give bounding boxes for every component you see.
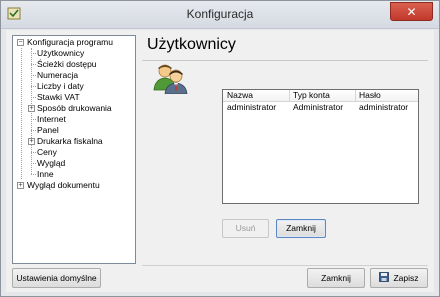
tree-item-label: Wygląd dokumentu [27, 180, 100, 190]
table-row[interactable]: administrator Administrator administrato… [223, 102, 418, 113]
close-dialog-button[interactable]: Zamknij [307, 268, 365, 288]
settings-tree[interactable]: − Konfiguracja programu Użytkownicy Ście… [12, 35, 136, 264]
tree-item-wyglad[interactable]: Wygląd [37, 158, 65, 169]
tree-item-label: Wygląd [37, 158, 66, 168]
tree-connector [31, 75, 36, 76]
expand-icon[interactable]: + [17, 182, 24, 189]
tree-item-label: Liczby i daty [37, 81, 84, 91]
tree-item-label: Internet [37, 114, 66, 124]
restore-defaults-button[interactable]: Ustawienia domyślne [12, 268, 101, 288]
tree-item-liczby-i-daty[interactable]: Liczby i daty [37, 81, 84, 92]
expand-icon[interactable]: + [28, 138, 35, 145]
floppy-disk-icon [379, 270, 390, 288]
tree-item-label: Inne [37, 169, 54, 179]
column-header-haslo[interactable]: Hasło [356, 90, 418, 101]
users-icon [152, 62, 188, 95]
tree-item-sciezki-dostepu[interactable]: Ścieżki dostępu [37, 59, 97, 70]
tree-connector [31, 53, 36, 54]
tree-connector [31, 119, 36, 120]
window-title: Konfiguracja [186, 7, 254, 21]
page-title: Użytkownicy [147, 36, 236, 53]
close-window-button[interactable]: ✕ [390, 2, 433, 21]
tree-item-stawki-vat[interactable]: Stawki VAT [37, 92, 80, 103]
column-header-typ-konta[interactable]: Typ konta [290, 90, 353, 101]
close-icon: ✕ [406, 5, 417, 19]
tree-connector [31, 174, 36, 175]
tree-item-label: Panel [37, 125, 59, 135]
tree-item-label: Ścieżki dostępu [37, 59, 97, 69]
tree-item-label: Stawki VAT [37, 92, 80, 102]
tree-item-panel[interactable]: Panel [37, 125, 59, 136]
divider [142, 60, 428, 61]
tree-connector [31, 163, 36, 164]
users-grid[interactable]: Nazwa Typ konta Hasło administrator Admi… [222, 89, 419, 204]
column-header-nazwa[interactable]: Nazwa [224, 90, 285, 101]
tree-item-label: Drukarka fiskalna [37, 136, 103, 146]
tree-connector [31, 152, 36, 153]
tree-item-label: Sposób drukowania [37, 103, 112, 113]
cell-typ-konta: Administrator [293, 102, 344, 112]
tree-connector [31, 64, 36, 65]
dialog-body: − Konfiguracja programu Użytkownicy Ście… [6, 30, 434, 292]
tree-item-label: Konfiguracja programu [27, 37, 113, 47]
tree-item-ceny[interactable]: Ceny [37, 147, 57, 158]
tree-item-label: Użytkownicy [37, 48, 85, 58]
tree-connector [21, 48, 22, 179]
tree-item-numeracja[interactable]: Numeracja [37, 70, 78, 81]
save-button[interactable]: Zapisz [370, 268, 428, 288]
tree-item-uzytkownicy[interactable]: Użytkownicy [37, 48, 84, 59]
divider [142, 265, 428, 266]
tree-item-label: Ceny [37, 147, 57, 157]
cell-nazwa: administrator [227, 102, 277, 112]
tree-connector [31, 97, 36, 98]
tree-item-internet[interactable]: Internet [37, 114, 66, 125]
grid-header: Nazwa Typ konta Hasło [223, 90, 418, 102]
close-panel-button[interactable]: Zamknij [276, 219, 326, 238]
tree-item-label: Numeracja [37, 70, 79, 80]
collapse-icon[interactable]: − [17, 39, 24, 46]
save-label: Zapisz [393, 273, 419, 283]
cell-haslo: administrator [359, 102, 409, 112]
expand-icon[interactable]: + [28, 105, 35, 112]
tree-connector [31, 86, 36, 87]
title-bar[interactable]: Konfiguracja ✕ [1, 1, 439, 29]
delete-user-button[interactable]: Usuń [222, 219, 269, 238]
tree-connector [31, 130, 36, 131]
tree-item-inne[interactable]: Inne [37, 169, 54, 180]
configuration-window: Konfiguracja ✕ − Konfiguracja programu U… [0, 0, 440, 297]
